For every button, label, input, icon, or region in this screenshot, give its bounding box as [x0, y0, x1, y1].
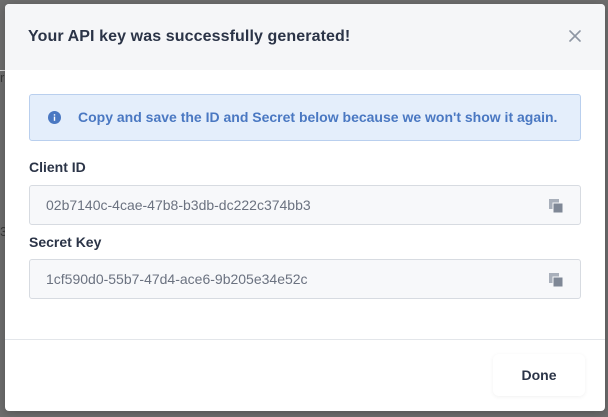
copy-icon[interactable]	[548, 272, 564, 288]
done-button[interactable]: Done	[493, 354, 585, 396]
backdrop-text-fragment: r	[0, 70, 5, 85]
secret-key-field[interactable]: 1cf590d0-55b7-47d4-ace6-9b205e34e52c	[29, 259, 581, 299]
client-id-field[interactable]: 02b7140c-4cae-47b8-b3db-dc222c374bb3	[29, 185, 581, 225]
modal-title: Your API key was successfully generated!	[28, 28, 351, 45]
info-icon	[48, 111, 61, 124]
api-key-modal: Your API key was successfully generated!…	[5, 4, 605, 411]
client-id-label: Client ID	[29, 159, 86, 175]
footer-divider	[5, 339, 605, 340]
alert-message: Copy and save the ID and Secret below be…	[78, 109, 558, 125]
secret-key-label: Secret Key	[29, 234, 102, 250]
close-button[interactable]	[565, 26, 585, 46]
close-icon	[569, 30, 581, 42]
info-alert: Copy and save the ID and Secret below be…	[29, 94, 581, 141]
client-id-value: 02b7140c-4cae-47b8-b3db-dc222c374bb3	[46, 197, 311, 213]
secret-key-value: 1cf590d0-55b7-47d4-ace6-9b205e34e52c	[46, 271, 308, 287]
modal-header: Your API key was successfully generated!	[5, 4, 605, 70]
copy-icon[interactable]	[548, 198, 564, 214]
